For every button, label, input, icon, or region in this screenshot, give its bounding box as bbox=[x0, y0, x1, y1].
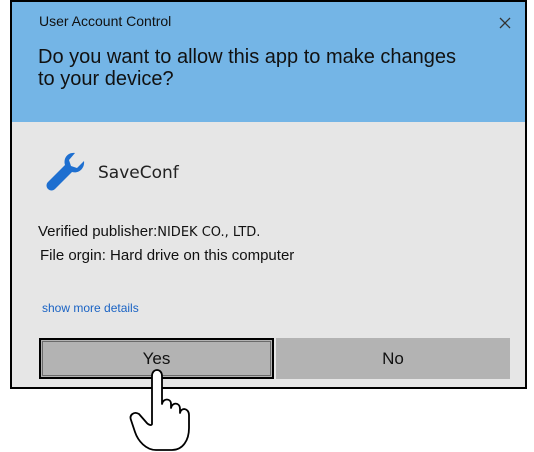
dialog-title: User Account Control bbox=[39, 13, 172, 29]
show-more-details-link[interactable]: show more details bbox=[42, 301, 139, 315]
uac-dialog: User Account Control Do you want to allo… bbox=[10, 0, 527, 389]
publisher-label: Verified publisher: bbox=[38, 223, 158, 240]
close-icon bbox=[499, 17, 511, 29]
no-button[interactable]: No bbox=[276, 338, 510, 379]
no-button-label: No bbox=[382, 348, 404, 368]
wrench-icon bbox=[46, 152, 85, 191]
dialog-header: User Account Control Do you want to allo… bbox=[12, 2, 525, 122]
origin-label: File orgin: bbox=[40, 247, 106, 264]
origin-value: Hard drive on this computer bbox=[110, 247, 295, 264]
close-button[interactable] bbox=[497, 15, 513, 31]
pointing-hand-icon bbox=[129, 369, 190, 451]
origin-line: File orgin: Hard drive on this computer bbox=[40, 247, 294, 264]
publisher-value: NIDEK CO., LTD. bbox=[157, 225, 261, 240]
publisher-line: Verified publisher:NIDEK CO., LTD. bbox=[38, 223, 260, 240]
dialog-question: Do you want to allow this app to make ch… bbox=[38, 46, 457, 90]
app-name: SaveConf bbox=[98, 163, 179, 183]
